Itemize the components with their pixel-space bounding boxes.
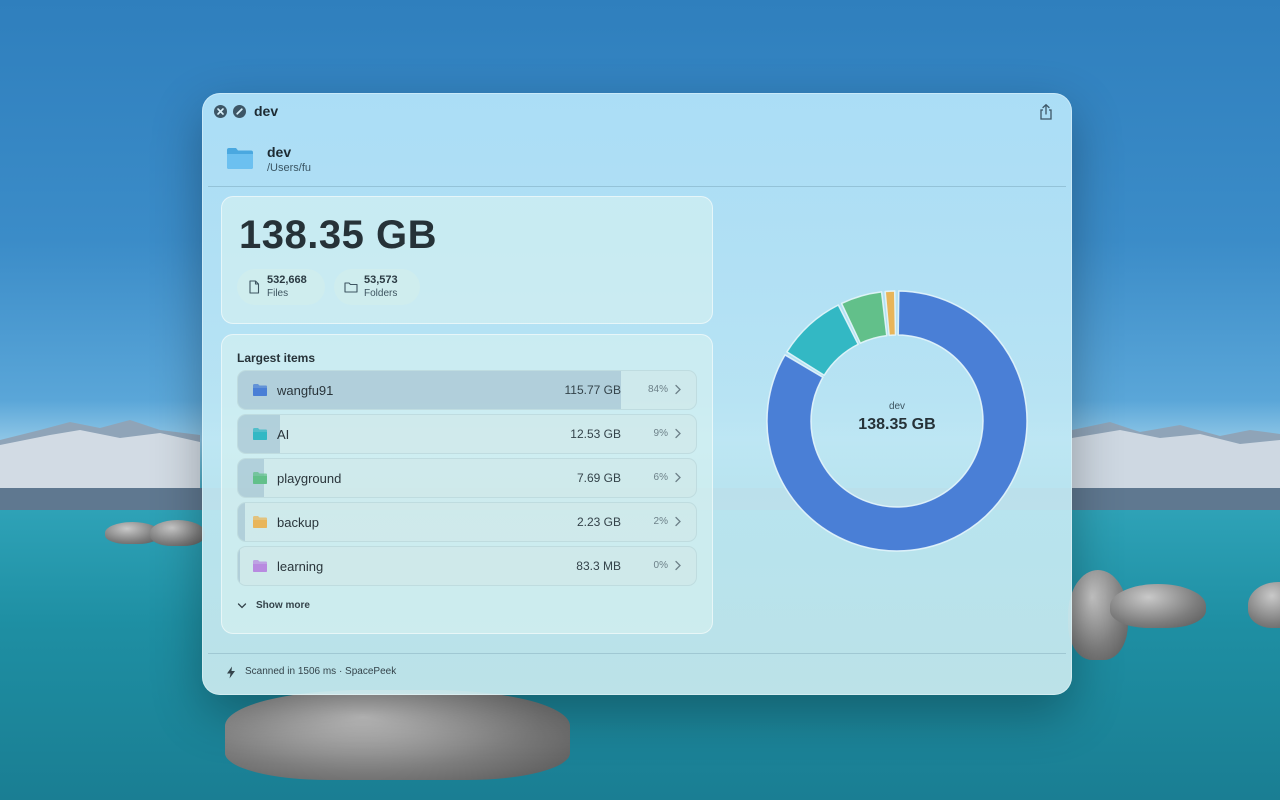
file-icon [249, 280, 260, 294]
chevron-down-icon [237, 603, 247, 609]
total-size: 138.35 GB [239, 213, 437, 257]
list-item[interactable]: learning 83.3 MB 0% [237, 546, 697, 586]
close-icon [217, 108, 224, 115]
folder-header: dev /Users/fu [226, 143, 1046, 183]
item-size: 12.53 GB [570, 427, 621, 441]
item-size: 115.77 GB [564, 383, 621, 397]
files-label: Files [267, 288, 289, 299]
footer-text: Scanned in 1506 ms · SpacePeek [245, 666, 397, 677]
header-divider [208, 186, 1066, 187]
folder-icon [253, 384, 267, 396]
item-percent: 0% [653, 560, 668, 571]
rock [1110, 584, 1206, 628]
chevron-right-icon [675, 560, 681, 571]
largest-items-card: Largest items wangfu91 115.77 GB 84% AI 12.5… [221, 334, 713, 634]
share-button[interactable] [1036, 102, 1056, 122]
donut-slice-backup[interactable] [884, 290, 897, 337]
bolt-icon [227, 666, 235, 679]
item-name: playground [277, 471, 342, 486]
item-percent: 6% [653, 472, 668, 483]
chevron-right-icon [675, 384, 681, 395]
list-item[interactable]: backup 2.23 GB 2% [237, 502, 697, 542]
rock [1248, 582, 1280, 628]
list-item[interactable]: playground 7.69 GB 6% [237, 458, 697, 498]
footer: Scanned in 1506 ms · SpacePeek [226, 665, 726, 681]
show-more-button[interactable]: Show more [237, 599, 357, 615]
folders-count: 53,573 [364, 274, 398, 286]
item-name: AI [277, 427, 290, 442]
item-usage-bar [238, 503, 245, 541]
chevron-right-icon [675, 516, 681, 527]
folders-stat: 53,573 Folders [334, 269, 420, 305]
folder-icon [253, 472, 267, 484]
info-icon [236, 108, 243, 115]
folder-icon [227, 148, 253, 169]
show-more-label: Show more [256, 600, 310, 611]
titlebar: dev [202, 93, 1072, 131]
rock [225, 690, 570, 780]
summary-card: 138.35 GB 532,668 Files 53,573 Folders [221, 196, 713, 324]
folder-icon [253, 516, 267, 528]
item-name: learning [277, 559, 324, 574]
donut-center-size: 138.35 GB [858, 416, 936, 433]
chevron-right-icon [675, 428, 681, 439]
item-size: 7.69 GB [576, 471, 621, 485]
item-name: wangfu91 [277, 383, 334, 398]
largest-items-title: Largest items [237, 351, 316, 365]
item-size: 83.3 MB [576, 559, 621, 573]
item-size: 2.23 GB [576, 515, 621, 529]
item-percent: 9% [653, 428, 668, 439]
folder-name: dev [267, 144, 292, 160]
folder-path: /Users/fu [267, 162, 312, 174]
files-stat: 532,668 Files [237, 269, 325, 305]
folder-icon [253, 428, 267, 440]
item-percent: 2% [653, 516, 668, 527]
chevron-right-icon [675, 472, 681, 483]
item-percent: 84% [647, 384, 668, 395]
app-window: dev dev /Users/fu 138.35 GB 532,668 File… [202, 93, 1072, 695]
info-button[interactable] [233, 105, 246, 118]
folder-icon [253, 560, 267, 572]
item-name: backup [277, 515, 319, 530]
share-icon [1040, 103, 1052, 120]
donut-center-name: dev [888, 401, 906, 412]
files-count: 532,668 [267, 274, 307, 286]
close-button[interactable] [214, 105, 227, 118]
donut-chart: dev 138.35 GB [764, 288, 1030, 554]
footer-divider [208, 653, 1066, 654]
rock [150, 520, 205, 546]
folders-label: Folders [364, 288, 398, 299]
folder-outline-icon [344, 282, 358, 293]
list-item[interactable]: wangfu91 115.77 GB 84% [237, 370, 697, 410]
window-title: dev [254, 103, 279, 119]
list-item[interactable]: AI 12.53 GB 9% [237, 414, 697, 454]
item-usage-bar [238, 547, 240, 585]
